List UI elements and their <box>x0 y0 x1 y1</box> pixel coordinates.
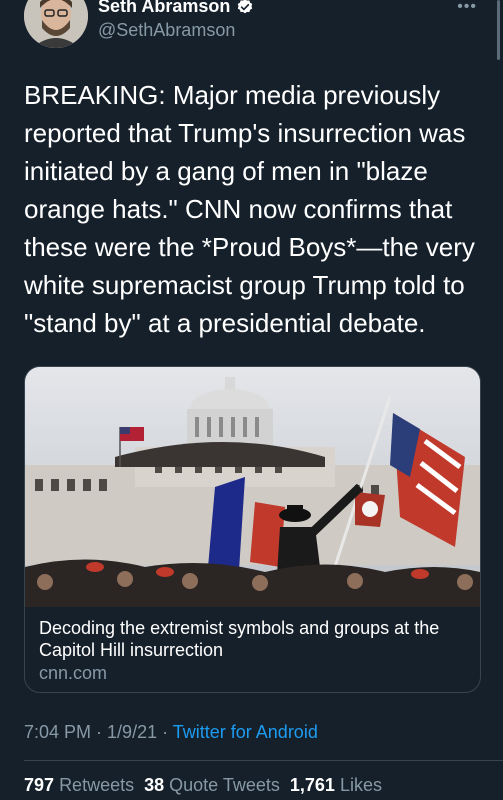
divider <box>24 760 503 761</box>
meta-separator: · <box>157 722 173 742</box>
quote-tweets-count: 38 <box>144 775 165 795</box>
link-card[interactable]: Decoding the extremist symbols and group… <box>24 366 481 693</box>
more-options-icon[interactable]: ••• <box>457 0 477 16</box>
likes-count: 1,761 <box>289 775 335 795</box>
tweet-header: Seth Abramson @SethAbramson ••• <box>0 0 503 60</box>
author-name[interactable]: Seth Abramson <box>98 0 230 17</box>
meta-separator: · <box>91 722 108 742</box>
tweet-meta: 7:04 PM · 1/9/21 · Twitter for Android <box>24 722 318 743</box>
retweets-count: 797 <box>24 775 55 795</box>
likes-label: Likes <box>339 775 382 795</box>
author-name-row[interactable]: Seth Abramson <box>98 0 254 17</box>
author-handle[interactable]: @SethAbramson <box>98 20 235 41</box>
card-image[interactable] <box>25 367 480 607</box>
tweet-time[interactable]: 7:04 PM <box>24 722 91 742</box>
retweets-stat[interactable]: 797 Retweets <box>24 775 134 796</box>
tweet-date[interactable]: 1/9/21 <box>107 722 157 742</box>
card-domain[interactable]: cnn.com <box>39 663 107 684</box>
tweet-source-link[interactable]: Twitter for Android <box>173 722 318 742</box>
quote-tweets-stat[interactable]: 38 Quote Tweets <box>144 775 280 796</box>
likes-stat[interactable]: 1,761 Likes <box>290 775 382 796</box>
engagement-stats: 797 Retweets 38 Quote Tweets 1,761 Likes <box>24 775 382 796</box>
retweets-label: Retweets <box>59 775 135 795</box>
verified-badge-icon <box>238 0 253 13</box>
quote-tweets-label: Quote Tweets <box>169 775 280 795</box>
scrollbar[interactable] <box>497 0 500 60</box>
card-title[interactable]: Decoding the extremist symbols and group… <box>39 617 459 661</box>
avatar[interactable] <box>24 0 88 48</box>
tweet-text: BREAKING: Major media previously reporte… <box>24 80 475 338</box>
